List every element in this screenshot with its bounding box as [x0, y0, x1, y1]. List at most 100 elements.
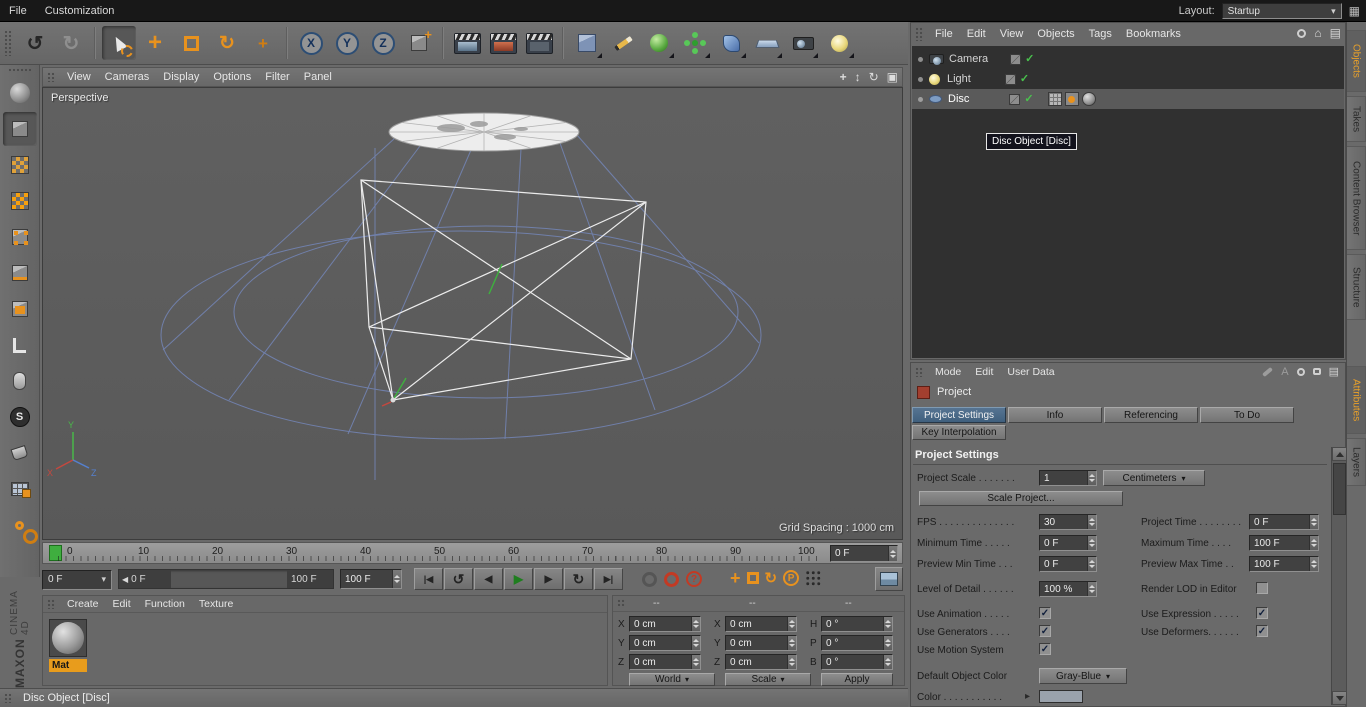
- vp-menu-view[interactable]: View: [60, 68, 98, 86]
- toggle-view-icon[interactable]: ▣: [887, 70, 898, 84]
- mat-menu-function[interactable]: Function: [138, 596, 192, 612]
- lod-field[interactable]: 100 %: [1039, 581, 1097, 597]
- rot-b-field[interactable]: 0 °: [821, 654, 893, 670]
- use-animation-checkbox[interactable]: ✓: [1039, 607, 1051, 619]
- viewport-menu-grip[interactable]: [47, 71, 56, 83]
- enabled-check-icon[interactable]: ✓: [1024, 93, 1033, 105]
- material-menu-grip[interactable]: [47, 599, 56, 609]
- texture-tag-icon[interactable]: [1047, 92, 1062, 106]
- om-menu-edit[interactable]: Edit: [960, 23, 993, 45]
- keyframe-selection-icon[interactable]: [805, 570, 822, 586]
- record-position-toggle[interactable]: +: [730, 569, 741, 587]
- project-scale-unit-select[interactable]: Centimeters ▾: [1103, 470, 1205, 486]
- phong-tag-icon[interactable]: [1064, 92, 1079, 106]
- range-end-handle[interactable]: 100 F: [287, 570, 333, 588]
- snap-settings-button[interactable]: S: [3, 400, 37, 434]
- tweak-mode-button[interactable]: [3, 364, 37, 398]
- viewport[interactable]: Y X Z Perspective Grid Spacing : 1000 cm: [42, 87, 903, 540]
- scroll-down-button[interactable]: [1332, 691, 1347, 705]
- tab-todo[interactable]: To Do: [1200, 407, 1294, 423]
- tab-content-browser[interactable]: Content Browser: [1347, 146, 1366, 250]
- tab-project-settings[interactable]: Project Settings: [912, 407, 1006, 423]
- use-generators-checkbox[interactable]: ✓: [1039, 625, 1051, 637]
- autokey-button[interactable]: [664, 571, 679, 587]
- pos-z-field[interactable]: 0 cm: [629, 654, 701, 670]
- prev-frame-button[interactable]: ◀: [474, 568, 503, 590]
- next-frame-button[interactable]: ▶: [534, 568, 563, 590]
- vp-menu-cameras[interactable]: Cameras: [98, 68, 157, 86]
- enable-axis-button[interactable]: [3, 328, 37, 362]
- coords-grip[interactable]: [617, 599, 626, 608]
- goto-start-button[interactable]: |◀: [414, 568, 443, 590]
- use-motion-checkbox[interactable]: ✓: [1039, 643, 1051, 655]
- undo-button[interactable]: ↺: [18, 26, 52, 60]
- om-menu-objects[interactable]: Objects: [1030, 23, 1081, 45]
- vp-menu-display[interactable]: Display: [156, 68, 206, 86]
- scroll-thumb[interactable]: [1333, 463, 1346, 515]
- default-color-select[interactable]: Gray-Blue ▾: [1039, 668, 1127, 684]
- om-menu-tags[interactable]: Tags: [1082, 23, 1119, 45]
- size-x-field[interactable]: 0 cm: [725, 616, 797, 632]
- object-row-camera[interactable]: Camera ✓: [912, 49, 1344, 69]
- maximum-time-field[interactable]: 100 F: [1249, 535, 1319, 551]
- vp-menu-panel[interactable]: Panel: [297, 68, 339, 86]
- scale-mode-select[interactable]: Scale ▾: [725, 673, 811, 686]
- material-tag-icon[interactable]: [1081, 92, 1096, 106]
- fill-tool-button[interactable]: [3, 436, 37, 470]
- project-time-field[interactable]: 0 F: [1249, 514, 1319, 530]
- visibility-toggle[interactable]: [1009, 93, 1021, 105]
- zoom-view-icon[interactable]: ↕: [855, 70, 861, 84]
- visibility-toggle[interactable]: [1004, 73, 1016, 85]
- timeline-ruler[interactable]: 0 10 20 30 40 50 60 70 80 90 100 0 F: [42, 542, 903, 564]
- left-toolbar-grip[interactable]: [8, 68, 31, 73]
- deformer-button[interactable]: [714, 26, 748, 60]
- texture-mode-button[interactable]: [3, 148, 37, 182]
- record-parameter-toggle[interactable]: P: [783, 570, 800, 586]
- prev-key-button[interactable]: ↺: [444, 568, 473, 590]
- tab-objects[interactable]: Objects: [1347, 30, 1366, 92]
- keying-help-button[interactable]: ?: [686, 571, 702, 587]
- color-swatch[interactable]: [1039, 690, 1083, 703]
- eyedropper-icon[interactable]: [1262, 366, 1274, 377]
- layout-select[interactable]: Startup ▾: [1221, 3, 1342, 19]
- lock-y-axis-button[interactable]: Y: [330, 26, 364, 60]
- size-y-field[interactable]: 0 cm: [725, 635, 797, 651]
- layout-grid-icon[interactable]: ▦: [1349, 4, 1360, 18]
- fps-field[interactable]: 30: [1039, 514, 1097, 530]
- panel-icon[interactable]: ▤: [1329, 365, 1339, 378]
- spline-pen-button[interactable]: [606, 26, 640, 60]
- enabled-check-icon[interactable]: ✓: [1025, 53, 1034, 65]
- add-camera-button[interactable]: [786, 26, 820, 60]
- object-row-disc[interactable]: Disc ✓: [912, 89, 1344, 109]
- lock-z-axis-button[interactable]: Z: [366, 26, 400, 60]
- panel-icon[interactable]: ▤: [1330, 26, 1341, 40]
- toolbar-grip[interactable]: [4, 30, 13, 56]
- menu-file[interactable]: File: [0, 0, 36, 21]
- generators-button[interactable]: [678, 26, 712, 60]
- scroll-up-button[interactable]: [1332, 447, 1347, 461]
- edges-mode-button[interactable]: [3, 256, 37, 290]
- tab-attributes[interactable]: Attributes: [1347, 366, 1366, 434]
- coordinate-system-button[interactable]: +: [402, 26, 436, 60]
- workplane-mode-button[interactable]: [3, 184, 37, 218]
- material-name-label[interactable]: Mat: [49, 659, 87, 672]
- rot-h-field[interactable]: 0 °: [821, 616, 893, 632]
- preview-max-field[interactable]: 100 F: [1249, 556, 1319, 572]
- move-tool-button[interactable]: +: [138, 26, 172, 60]
- attr-menu-mode[interactable]: Mode: [928, 363, 968, 381]
- pos-y-field[interactable]: 0 cm: [629, 635, 701, 651]
- tab-referencing[interactable]: Referencing: [1104, 407, 1198, 423]
- tab-layers[interactable]: Layers: [1347, 438, 1366, 486]
- redo-button[interactable]: ↻: [54, 26, 88, 60]
- viewport-label[interactable]: Perspective: [51, 92, 108, 104]
- tab-takes[interactable]: Takes: [1347, 96, 1366, 142]
- size-z-field[interactable]: 0 cm: [725, 654, 797, 670]
- render-settings-button[interactable]: [522, 26, 556, 60]
- trackball-tool-button[interactable]: [3, 76, 37, 110]
- project-scale-field[interactable]: 1: [1039, 470, 1097, 486]
- attr-grip[interactable]: [915, 366, 924, 378]
- make-editable-button[interactable]: [2, 112, 37, 146]
- enabled-check-icon[interactable]: ✓: [1020, 73, 1029, 85]
- pos-x-field[interactable]: 0 cm: [629, 616, 701, 632]
- last-tool-button[interactable]: +: [246, 26, 280, 60]
